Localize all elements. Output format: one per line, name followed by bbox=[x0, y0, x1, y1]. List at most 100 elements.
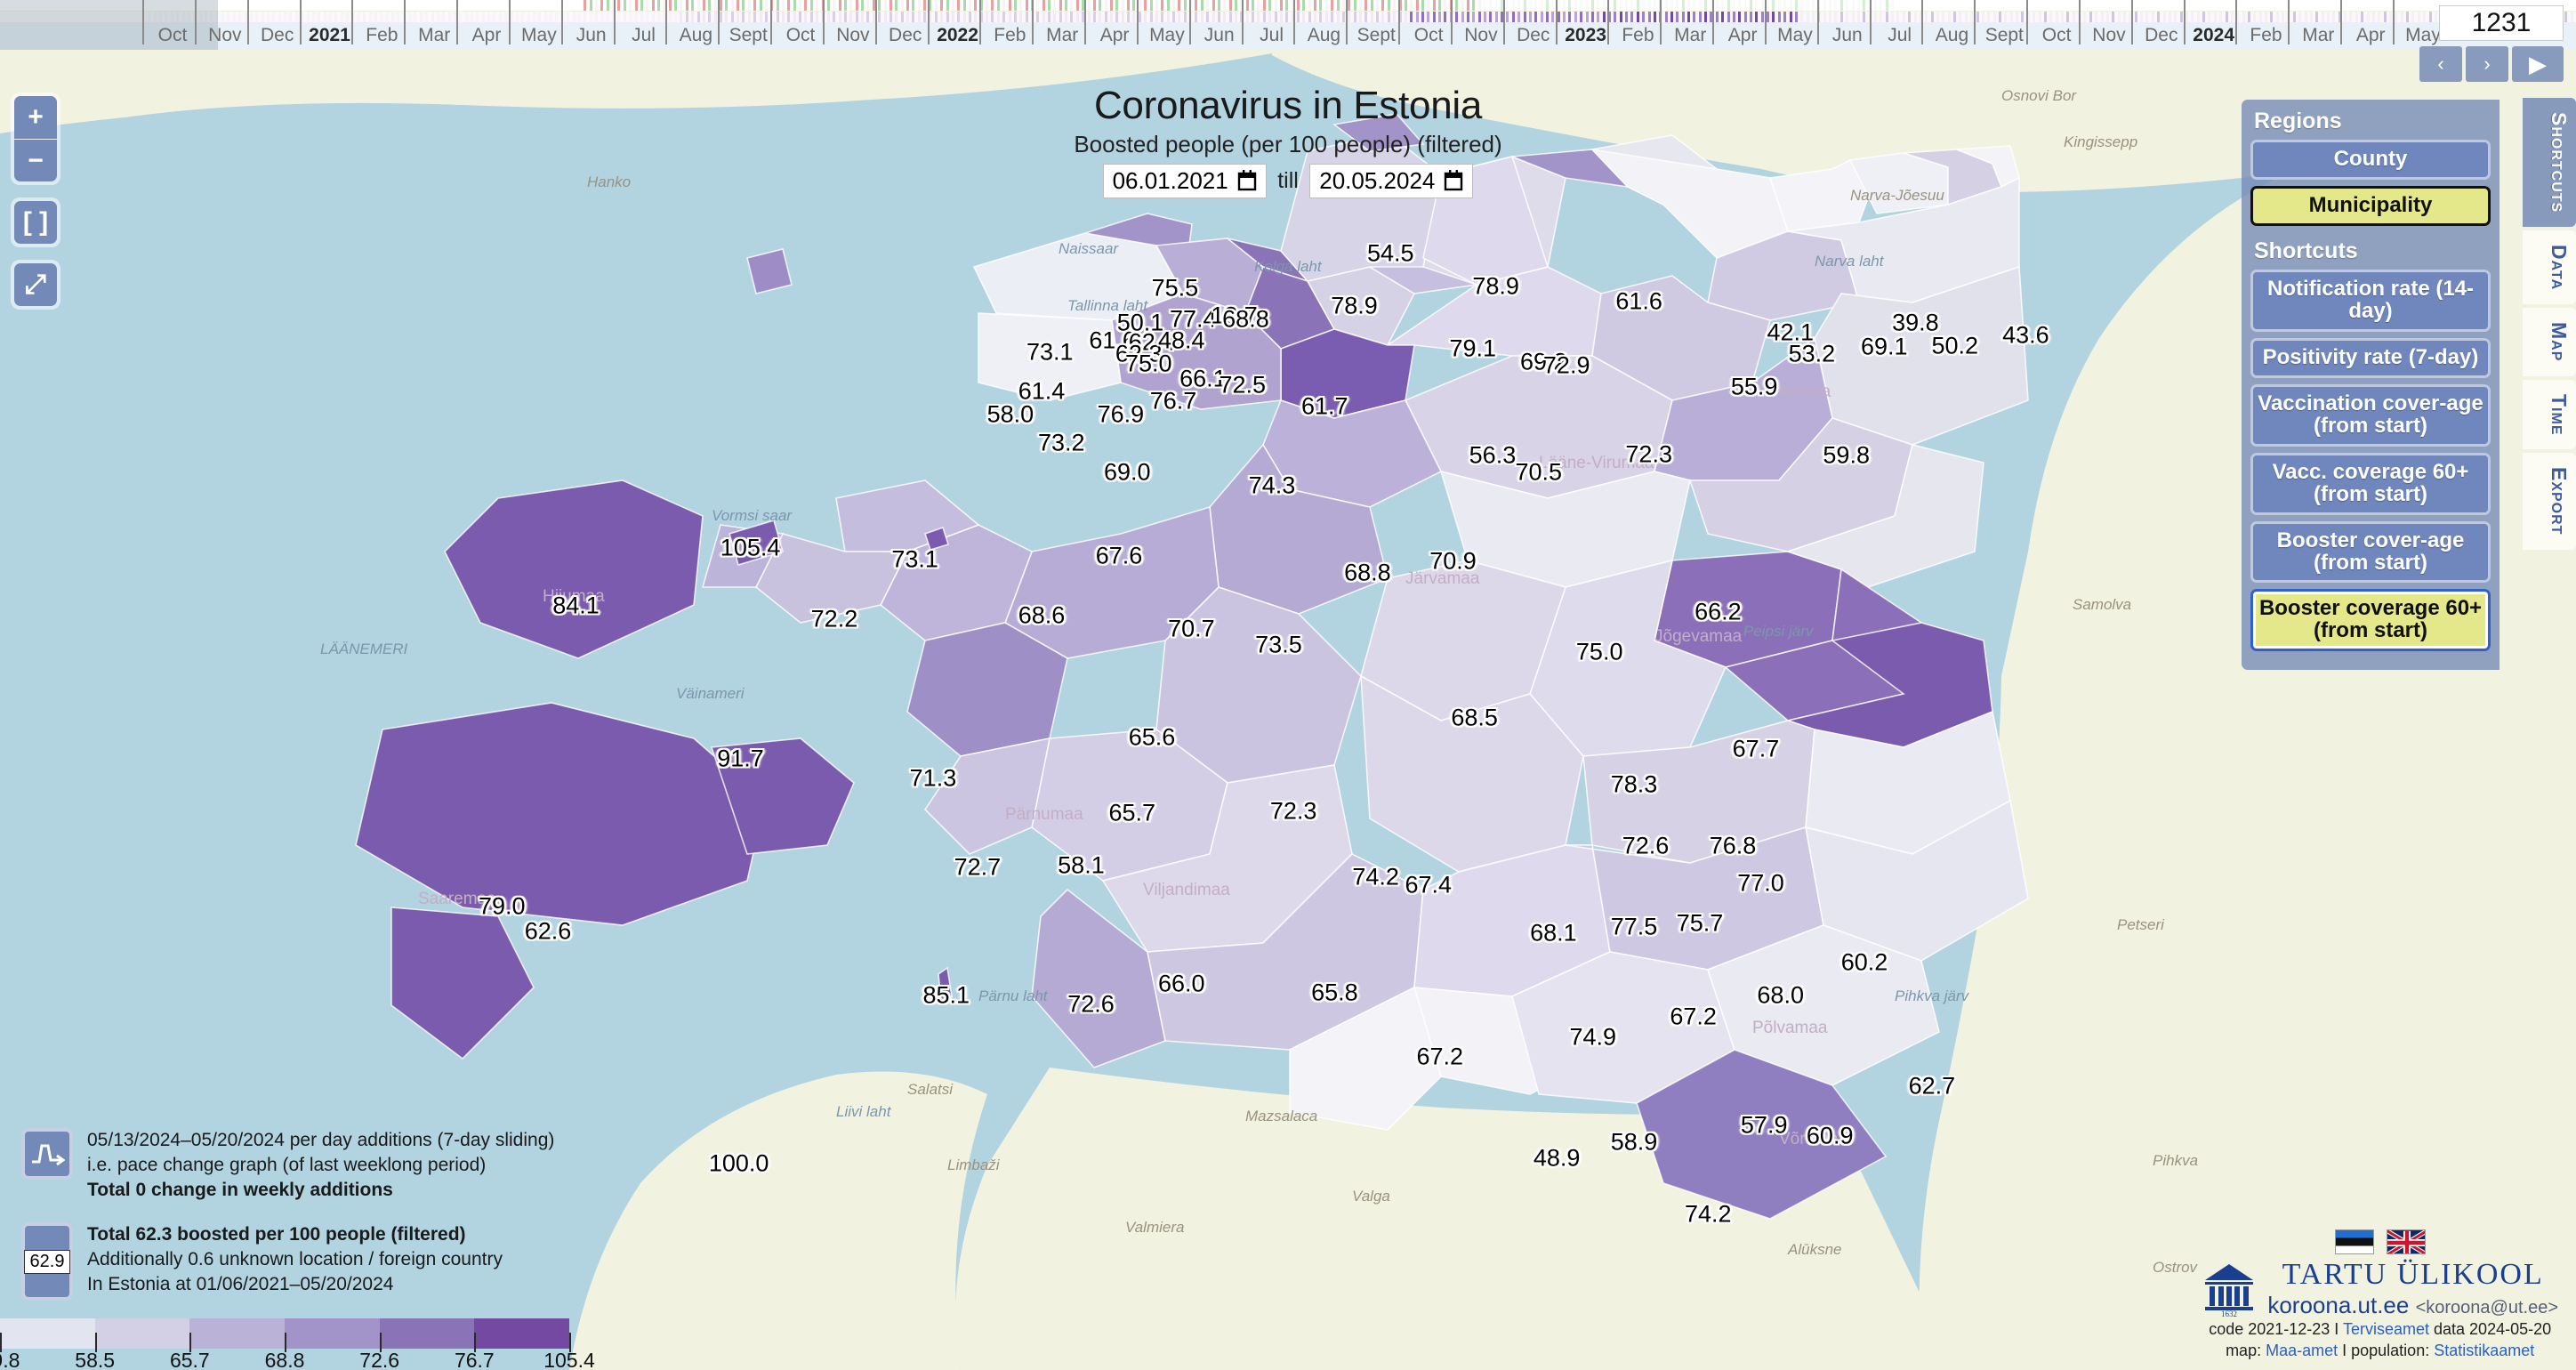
vtab-time[interactable]: Time bbox=[2523, 379, 2576, 450]
vtab-data[interactable]: Data bbox=[2523, 230, 2576, 305]
play-button[interactable]: ▶ bbox=[2512, 46, 2564, 82]
timeline-case-stripe bbox=[1959, 0, 1962, 11]
date-from-field[interactable]: 06.01.2021 bbox=[1102, 163, 1267, 198]
timeline-tick-label[interactable]: May bbox=[1777, 25, 1813, 46]
timeline-tick-label[interactable]: Mar bbox=[418, 25, 450, 46]
timeline-tick-label[interactable]: Dec bbox=[2145, 25, 2178, 46]
timeline-tick-label[interactable]: Mar bbox=[2302, 25, 2334, 46]
shortcut-button-3[interactable]: Vacc. coverage 60+ (from start) bbox=[2250, 452, 2491, 515]
shortcuts-panel[interactable]: Regions County Municipality Shortcuts Not… bbox=[2242, 100, 2500, 671]
timeline-tick-label[interactable]: Nov bbox=[836, 25, 869, 46]
timeline-tick-label[interactable]: Sept bbox=[1985, 25, 2024, 46]
timeline-tick-label[interactable]: Oct bbox=[1414, 25, 1444, 46]
timeline-tick-label[interactable]: Jul bbox=[1260, 25, 1284, 46]
timeline-tick-label[interactable]: Aug bbox=[1308, 25, 1340, 46]
site-domain[interactable]: koroona.ut.ee bbox=[2267, 1292, 2409, 1318]
scale-swatch[interactable] bbox=[474, 1318, 570, 1349]
shortcut-button-1[interactable]: Positivity rate (7-day) bbox=[2250, 337, 2491, 378]
prev-frame-button[interactable]: ‹ bbox=[2419, 46, 2462, 82]
timeline-tick-label[interactable]: Nov bbox=[1464, 25, 1497, 46]
timeline-tick-label[interactable]: Apr bbox=[2356, 25, 2386, 46]
zoom-out-button[interactable]: − bbox=[14, 139, 57, 181]
timeline-tick-label[interactable]: Aug bbox=[680, 25, 712, 46]
region-button-county[interactable]: County bbox=[2250, 140, 2491, 180]
zoom-control-group[interactable]: + − bbox=[11, 93, 60, 185]
timeline-tick-label[interactable]: Apr bbox=[1728, 25, 1758, 46]
shortcut-button-5[interactable]: Booster coverage 60+ (from start) bbox=[2250, 589, 2491, 652]
timeline-tick-label[interactable]: Dec bbox=[261, 25, 294, 46]
date-range-row[interactable]: 06.01.2021 till 20.05.2024 bbox=[0, 163, 2576, 198]
shortcut-button-0[interactable]: Notification rate (14-day) bbox=[2250, 269, 2491, 332]
timeline-tick-label[interactable]: Dec bbox=[1517, 25, 1550, 46]
region-button-municipality[interactable]: Municipality bbox=[2250, 185, 2491, 226]
timeline-tick-label[interactable]: Apr bbox=[1100, 25, 1130, 46]
shortcut-button-4[interactable]: Booster cover-age (from start) bbox=[2250, 520, 2491, 584]
timeline-tick-label[interactable]: May bbox=[2405, 25, 2441, 46]
calendar-icon[interactable] bbox=[1237, 170, 1257, 191]
reset-bounds-button[interactable]: [ ] bbox=[14, 201, 57, 244]
site-email[interactable]: <koroona@ut.ee> bbox=[2416, 1298, 2558, 1318]
shortcut-button-list[interactable]: Notification rate (14-day) Positivity rat… bbox=[2250, 269, 2491, 652]
language-flags[interactable] bbox=[2202, 1229, 2558, 1255]
scale-swatch[interactable] bbox=[94, 1318, 190, 1349]
zoom-in-button[interactable]: + bbox=[14, 96, 57, 139]
timeline-tick-label[interactable]: Oct bbox=[158, 25, 188, 46]
timeline-tick-label[interactable]: May bbox=[1149, 25, 1185, 46]
timeline-tick-label[interactable]: Apr bbox=[472, 25, 502, 46]
timeline-tick-label[interactable]: Feb bbox=[366, 25, 398, 46]
timeline-slider[interactable]: Oct Nov Dec 2021 Feb Mar Apr May Jun Jul Aug Sept Oc… bbox=[0, 0, 2576, 50]
timeline-tick-label[interactable]: Mar bbox=[1046, 25, 1078, 46]
timeline-case-stripe bbox=[589, 0, 592, 11]
timeline-vaccine-stripe bbox=[1132, 12, 1136, 22]
playback-controls[interactable]: ‹ › ▶ bbox=[2419, 46, 2564, 82]
vtab-export[interactable]: Export bbox=[2523, 453, 2576, 550]
vtab-shortcuts[interactable]: Shortcuts bbox=[2523, 98, 2576, 228]
timeline-tick-label[interactable]: Jun bbox=[1204, 25, 1235, 46]
timeline-tick-label[interactable]: 2022 bbox=[937, 25, 978, 46]
timeline-tick-label[interactable]: Feb bbox=[1622, 25, 1654, 46]
timeline-tick-label[interactable]: Dec bbox=[889, 25, 922, 46]
fullscreen-group[interactable]: ⤢ bbox=[11, 260, 60, 310]
site-url[interactable]: koroona.ut.ee <koroona@ut.ee> bbox=[2267, 1292, 2558, 1319]
link-maa-amet[interactable]: Maa-amet bbox=[2266, 1342, 2338, 1359]
fullscreen-icon[interactable]: ⤢ bbox=[14, 263, 57, 306]
total-value-icon[interactable]: 62.9 bbox=[21, 1222, 73, 1301]
timeline-tick-label[interactable]: Feb bbox=[2250, 25, 2282, 46]
reset-bounds-group[interactable]: [ ] bbox=[11, 197, 60, 247]
university-row[interactable]: 1632 TARTU ÜLIKOOL koroona.ut.ee <koroon… bbox=[2202, 1258, 2558, 1319]
timeline-tick-label[interactable]: Jul bbox=[1888, 25, 1912, 46]
calendar-icon[interactable] bbox=[1444, 170, 1463, 191]
scale-swatch[interactable] bbox=[189, 1318, 286, 1349]
timeline-tick-label[interactable]: Sept bbox=[1357, 25, 1396, 46]
timeline-tick-label[interactable]: Nov bbox=[2092, 25, 2125, 46]
timeline-tick-label[interactable]: Jun bbox=[576, 25, 607, 46]
timeline-tick-label[interactable]: Jul bbox=[632, 25, 656, 46]
timeline-tick-label[interactable]: 2024 bbox=[2193, 25, 2234, 46]
flag-uk-icon[interactable] bbox=[2386, 1229, 2426, 1255]
timeline-tick-label[interactable]: 2021 bbox=[309, 25, 350, 46]
vtab-map[interactable]: Map bbox=[2523, 308, 2576, 376]
link-statistikaamet[interactable]: Statistikaamet bbox=[2434, 1342, 2534, 1359]
timeline-tick-label[interactable]: Nov bbox=[208, 25, 241, 46]
next-frame-button[interactable]: › bbox=[2466, 46, 2508, 82]
timeline-tick-label[interactable]: Feb bbox=[994, 25, 1026, 46]
timeline-tick-label[interactable]: Mar bbox=[1674, 25, 1706, 46]
map-value-label: 69.0 bbox=[1103, 458, 1151, 486]
timeline-tick-label[interactable]: Jun bbox=[1832, 25, 1863, 46]
timeline-tick-label[interactable]: Sept bbox=[729, 25, 768, 46]
vertical-tab-strip[interactable]: Shortcuts Data Map Time Export bbox=[2523, 98, 2576, 553]
scale-swatch[interactable] bbox=[0, 1318, 95, 1349]
link-terviseamet[interactable]: Terviseamet bbox=[2343, 1320, 2429, 1338]
scale-swatch[interactable] bbox=[285, 1318, 380, 1349]
region-button-list[interactable]: County Municipality bbox=[2250, 140, 2491, 226]
timeline-tick-label[interactable]: May bbox=[521, 25, 557, 46]
timeline-tick-label[interactable]: Aug bbox=[1936, 25, 1968, 46]
scale-swatch[interactable] bbox=[379, 1318, 475, 1349]
date-to-field[interactable]: 20.05.2024 bbox=[1309, 163, 1474, 198]
timeline-tick-label[interactable]: Oct bbox=[2042, 25, 2072, 46]
flag-estonia-icon[interactable] bbox=[2334, 1229, 2374, 1255]
timeline-tick-label[interactable]: 2023 bbox=[1565, 25, 1606, 46]
shortcut-button-2[interactable]: Vaccination cover-age (from start) bbox=[2250, 383, 2491, 447]
pace-graph-icon[interactable] bbox=[21, 1127, 73, 1180]
timeline-tick-label[interactable]: Oct bbox=[786, 25, 816, 46]
